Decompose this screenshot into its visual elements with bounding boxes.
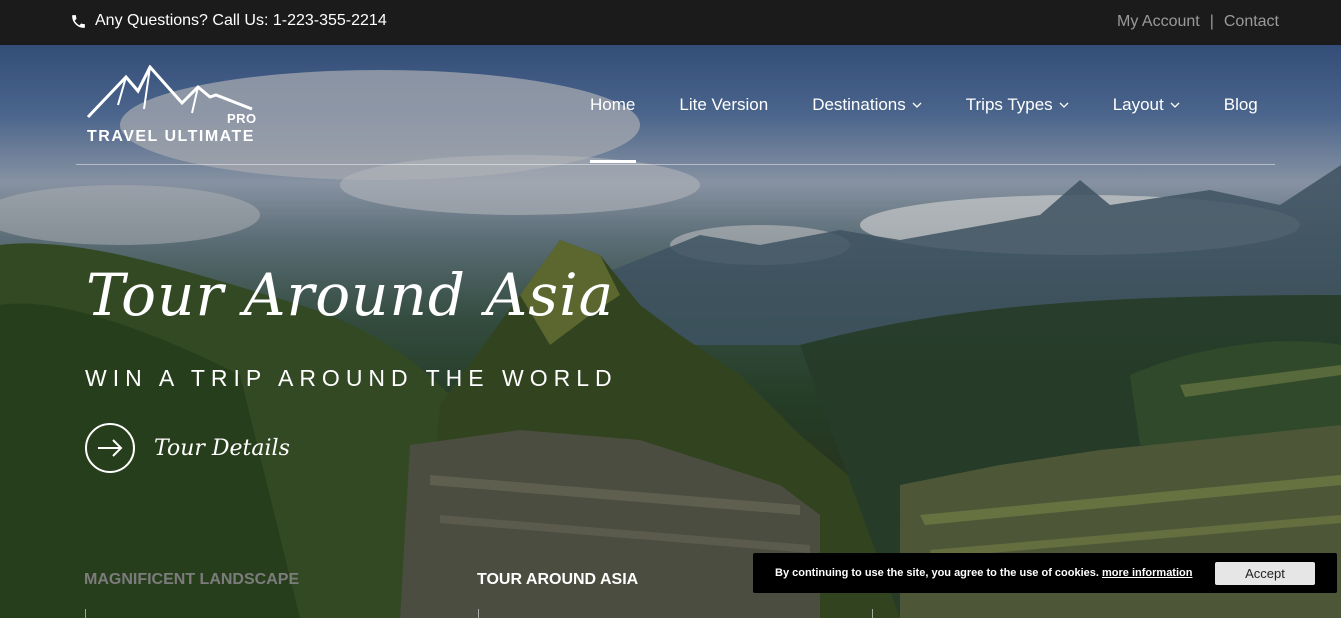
cookie-message: By continuing to use the site, you agree… bbox=[775, 567, 1099, 579]
hero-subtitle: WIN A TRIP AROUND THE WORLD bbox=[85, 365, 618, 391]
nav-item-label: Layout bbox=[1112, 95, 1164, 114]
slide-tab-divider bbox=[478, 609, 479, 618]
nav-item-label: Home bbox=[590, 95, 636, 114]
main-nav: Home Lite Version Destinations Trips Typ… bbox=[590, 95, 1258, 115]
nav-item-layout[interactable]: Layout bbox=[1113, 95, 1180, 115]
logo-name: TRAVEL ULTIMATE bbox=[87, 128, 255, 145]
nav-item-label: Blog bbox=[1223, 95, 1258, 114]
arrow-right-icon bbox=[98, 439, 123, 457]
cta-circle bbox=[85, 423, 135, 473]
phone-contact: Any Questions? Call Us: 1-223-355-2214 bbox=[70, 12, 387, 30]
nav-item-lite-version[interactable]: Lite Version bbox=[679, 95, 768, 115]
more-information-link[interactable]: more information bbox=[1102, 567, 1192, 579]
accept-cookies-button[interactable]: Accept bbox=[1215, 562, 1315, 585]
phone-text: Any Questions? Call Us: 1-223-355-2214 bbox=[95, 12, 387, 29]
nav-item-destinations[interactable]: Destinations bbox=[812, 95, 922, 115]
my-account-link[interactable]: My Account bbox=[1117, 13, 1200, 31]
contact-link[interactable]: Contact bbox=[1224, 13, 1279, 31]
tour-details-button[interactable]: Tour Details bbox=[85, 423, 290, 473]
slide-tab-magnificent-landscape[interactable]: MAGNIFICENT LANDSCAPE bbox=[84, 571, 299, 589]
top-links: My Account | Contact bbox=[1117, 13, 1279, 31]
phone-icon bbox=[72, 14, 85, 28]
site-logo[interactable]: PRO TRAVEL ULTIMATE bbox=[86, 65, 258, 147]
slide-tab-divider bbox=[85, 609, 86, 618]
hero-title: Tour Around Asia bbox=[86, 261, 615, 329]
link-separator: | bbox=[1209, 13, 1214, 30]
cookie-message-wrap: By continuing to use the site, you agree… bbox=[775, 567, 1192, 579]
slide-tab-divider bbox=[872, 609, 873, 618]
chevron-down-icon bbox=[1170, 102, 1180, 108]
top-bar: Any Questions? Call Us: 1-223-355-2214 M… bbox=[0, 0, 1341, 45]
nav-item-blog[interactable]: Blog bbox=[1224, 95, 1258, 115]
logo-pro-text: PRO bbox=[227, 111, 257, 126]
cookie-consent-bar: By continuing to use the site, you agree… bbox=[753, 553, 1337, 593]
nav-item-label: Trips Types bbox=[965, 95, 1053, 114]
nav-item-trips-types[interactable]: Trips Types bbox=[966, 95, 1069, 115]
tour-details-label: Tour Details bbox=[154, 435, 290, 461]
hero-banner: PRO TRAVEL ULTIMATE Home Lite Version De… bbox=[0, 45, 1341, 618]
nav-item-home[interactable]: Home bbox=[590, 95, 635, 115]
chevron-down-icon bbox=[1059, 102, 1069, 108]
slide-tab-tour-around-asia[interactable]: TOUR AROUND ASIA bbox=[477, 571, 638, 589]
nav-active-indicator bbox=[590, 160, 636, 163]
chevron-down-icon bbox=[912, 102, 922, 108]
nav-item-label: Destinations bbox=[812, 95, 906, 114]
nav-divider bbox=[76, 164, 1275, 165]
nav-item-label: Lite Version bbox=[679, 95, 769, 114]
